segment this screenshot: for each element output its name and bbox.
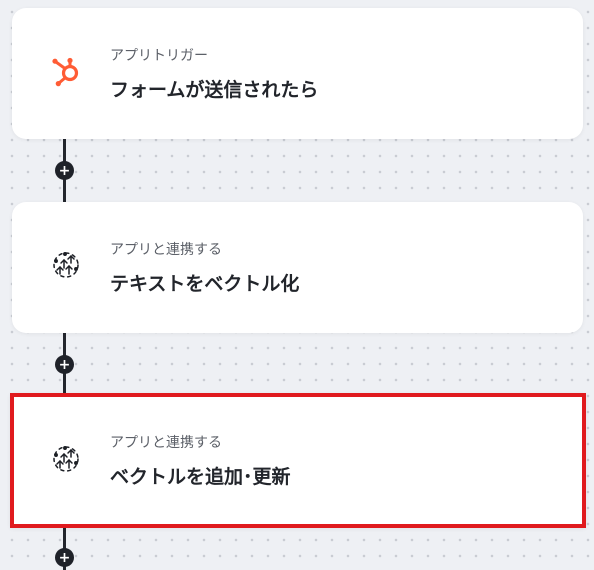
ai-vector-icon bbox=[48, 441, 84, 477]
flow-step-card-upsert-vector[interactable]: アプリと連携する ベクトルを追加･更新 bbox=[10, 393, 586, 528]
add-step-button[interactable]: + bbox=[55, 161, 74, 180]
step-category-label: アプリトリガー bbox=[110, 48, 208, 64]
hubspot-icon bbox=[48, 53, 84, 89]
add-step-button[interactable]: + bbox=[55, 355, 74, 374]
flow-step-card-vectorize[interactable]: アプリと連携する テキストをベクトル化 bbox=[12, 202, 583, 333]
step-title: ベクトルを追加･更新 bbox=[110, 466, 291, 488]
step-category-label: アプリと連携する bbox=[110, 242, 222, 258]
workflow-canvas: + + + アプリトリガー フォームが送信されたら アプリと連携する テキストを… bbox=[0, 0, 594, 570]
add-step-button[interactable]: + bbox=[55, 548, 74, 567]
ai-vector-icon bbox=[48, 247, 84, 283]
step-title: フォームが送信されたら bbox=[110, 79, 319, 101]
flow-step-card-trigger[interactable]: アプリトリガー フォームが送信されたら bbox=[12, 8, 583, 139]
step-title: テキストをベクトル化 bbox=[110, 273, 300, 295]
step-category-label: アプリと連携する bbox=[110, 435, 222, 451]
